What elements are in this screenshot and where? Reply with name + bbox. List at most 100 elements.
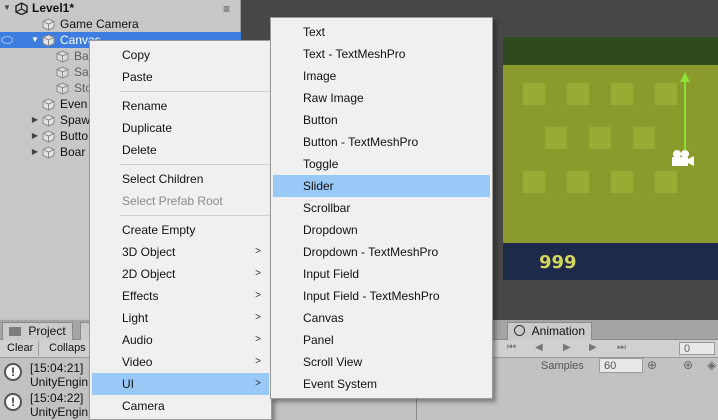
- menu-item-rename[interactable]: Rename: [92, 95, 269, 117]
- camera-gizmo-icon[interactable]: [669, 148, 695, 168]
- clear-button[interactable]: Clear: [2, 341, 40, 356]
- tab-animation-label: Animation: [531, 324, 586, 338]
- score-text: 999: [539, 252, 577, 273]
- menu-item-select-prefab-root: Select Prefab Root: [122, 194, 223, 208]
- submenu-item-dropdown[interactable]: Dropdown: [273, 219, 490, 241]
- gameobject-cube-icon: [56, 82, 69, 95]
- submenu-item-canvas[interactable]: Canvas: [273, 307, 490, 329]
- expand-arrow-icon[interactable]: ▼: [30, 32, 40, 48]
- play-icon[interactable]: ▶: [563, 342, 571, 353]
- menu-item-camera[interactable]: Camera: [92, 395, 269, 417]
- submenu-item-raw-image[interactable]: Raw Image: [273, 87, 490, 109]
- scene-header-row[interactable]: ▼ Level1* ≡: [0, 0, 241, 16]
- submenu-arrow-icon: >: [255, 378, 261, 389]
- menu-divider: [120, 215, 270, 216]
- add-keyframe-icon[interactable]: ⊕: [647, 358, 657, 372]
- submenu-item-scroll-view[interactable]: Scroll View: [273, 351, 490, 373]
- menu-item-2d-object[interactable]: 2D Object >: [92, 263, 269, 285]
- submenu-item-button-tmp[interactable]: Button - TextMeshPro: [273, 131, 490, 153]
- samples-label: Samples: [541, 360, 584, 372]
- filter-icon[interactable]: ◈: [707, 358, 716, 372]
- menu-item-copy[interactable]: Copy: [92, 44, 269, 66]
- submenu-arrow-icon: >: [255, 356, 261, 367]
- menu-item-delete[interactable]: Delete: [92, 139, 269, 161]
- tab-animation[interactable]: Animation: [507, 322, 593, 340]
- menu-item-ui[interactable]: UI >: [92, 373, 269, 395]
- menu-item-label: Video: [122, 355, 153, 369]
- menu-item-video[interactable]: Video >: [92, 351, 269, 373]
- unity-logo-icon: [15, 2, 28, 16]
- menu-item-3d-object[interactable]: 3D Object >: [92, 241, 269, 263]
- menu-item-paste[interactable]: Paste: [92, 66, 269, 88]
- folder-icon: [9, 327, 21, 336]
- submenu-item-input-field[interactable]: Input Field: [273, 263, 490, 285]
- last-key-icon[interactable]: ⏭: [617, 342, 626, 353]
- info-icon: !: [4, 393, 22, 411]
- menu-item-duplicate[interactable]: Duplicate: [92, 117, 269, 139]
- expand-arrow-icon[interactable]: ▶: [30, 112, 40, 128]
- hierarchy-item-label: Ba: [74, 49, 89, 63]
- menu-item-effects[interactable]: Effects >: [92, 285, 269, 307]
- expand-arrow-icon[interactable]: ▶: [30, 144, 40, 160]
- menu-item-select-children[interactable]: Select Children: [92, 168, 269, 190]
- submenu-arrow-icon: >: [255, 268, 261, 279]
- menu-item-audio[interactable]: Audio >: [92, 329, 269, 351]
- ui-submenu: Text Text - TextMeshPro Image Raw Image …: [270, 17, 493, 399]
- submenu-arrow-icon: >: [255, 246, 261, 257]
- menu-item-label: Light: [122, 311, 149, 325]
- collapse-button[interactable]: Collaps: [44, 341, 92, 356]
- submenu-item-dropdown-tmp[interactable]: Dropdown - TextMeshPro: [273, 241, 490, 263]
- menu-divider: [120, 91, 270, 92]
- first-key-icon[interactable]: ⏮: [507, 342, 516, 353]
- hierarchy-item-label: Boar: [60, 145, 86, 159]
- expand-arrow-icon[interactable]: ▶: [30, 128, 40, 144]
- visibility-eye-icon[interactable]: [1, 36, 13, 44]
- gameobject-cube-icon: [42, 130, 55, 143]
- samples-input[interactable]: 60: [599, 358, 643, 373]
- submenu-item-button[interactable]: Button: [273, 109, 490, 131]
- collapse-arrow-icon[interactable]: ▼: [2, 0, 12, 16]
- prev-key-icon[interactable]: ◀: [535, 342, 543, 353]
- menu-item-create-empty[interactable]: Create Empty: [92, 219, 269, 241]
- submenu-item-scrollbar[interactable]: Scrollbar: [273, 197, 490, 219]
- log-time: [15:04:22]: [30, 391, 84, 405]
- hierarchy-item[interactable]: Game Camera: [0, 16, 241, 32]
- gameobject-cube-icon: [42, 146, 55, 159]
- gameobject-cube-icon: [56, 66, 69, 79]
- submenu-item-toggle[interactable]: Toggle: [273, 153, 490, 175]
- animation-clock-icon: [514, 325, 525, 336]
- context-menu: Copy Paste Rename Duplicate Delete Selec…: [89, 40, 272, 420]
- scene-options-icon[interactable]: ≡: [223, 1, 237, 17]
- gameobject-cube-icon: [42, 18, 55, 31]
- gameobject-cube-icon: [42, 34, 55, 47]
- log-source: UnityEngin: [30, 375, 89, 389]
- next-key-icon[interactable]: ▶: [589, 342, 597, 353]
- submenu-arrow-icon: >: [255, 334, 261, 345]
- add-event-icon[interactable]: ⊕: [683, 358, 693, 372]
- menu-item-light[interactable]: Light >: [92, 307, 269, 329]
- gameobject-cube-icon: [56, 50, 69, 63]
- hierarchy-item-label: Sa: [74, 65, 89, 79]
- submenu-arrow-icon: >: [255, 290, 261, 301]
- info-icon: !: [4, 363, 22, 381]
- menu-divider: [120, 164, 270, 165]
- submenu-item-panel[interactable]: Panel: [273, 329, 490, 351]
- hierarchy-item-label: Butto: [60, 129, 89, 143]
- log-time: [15:04:21]: [30, 361, 84, 375]
- submenu-item-text[interactable]: Text: [273, 21, 490, 43]
- scene-title: Level1*: [32, 1, 75, 15]
- hierarchy-item-label: Spaw: [60, 113, 91, 127]
- submenu-item-event-system[interactable]: Event System: [273, 373, 490, 395]
- menu-item-label: Audio: [122, 333, 153, 347]
- submenu-item-input-field-tmp[interactable]: Input Field - TextMeshPro: [273, 285, 490, 307]
- frame-input[interactable]: 0: [679, 342, 715, 355]
- tab-project-label: Project: [28, 324, 66, 338]
- menu-item-label: 3D Object: [122, 245, 176, 259]
- tab-project[interactable]: Project: [2, 322, 73, 340]
- menu-item-label: UI: [122, 377, 134, 391]
- submenu-item-image[interactable]: Image: [273, 65, 490, 87]
- hierarchy-item-label: Even: [60, 97, 88, 111]
- submenu-item-slider[interactable]: Slider: [273, 175, 490, 197]
- submenu-item-text-tmp[interactable]: Text - TextMeshPro: [273, 43, 490, 65]
- gameobject-cube-icon: [42, 98, 55, 111]
